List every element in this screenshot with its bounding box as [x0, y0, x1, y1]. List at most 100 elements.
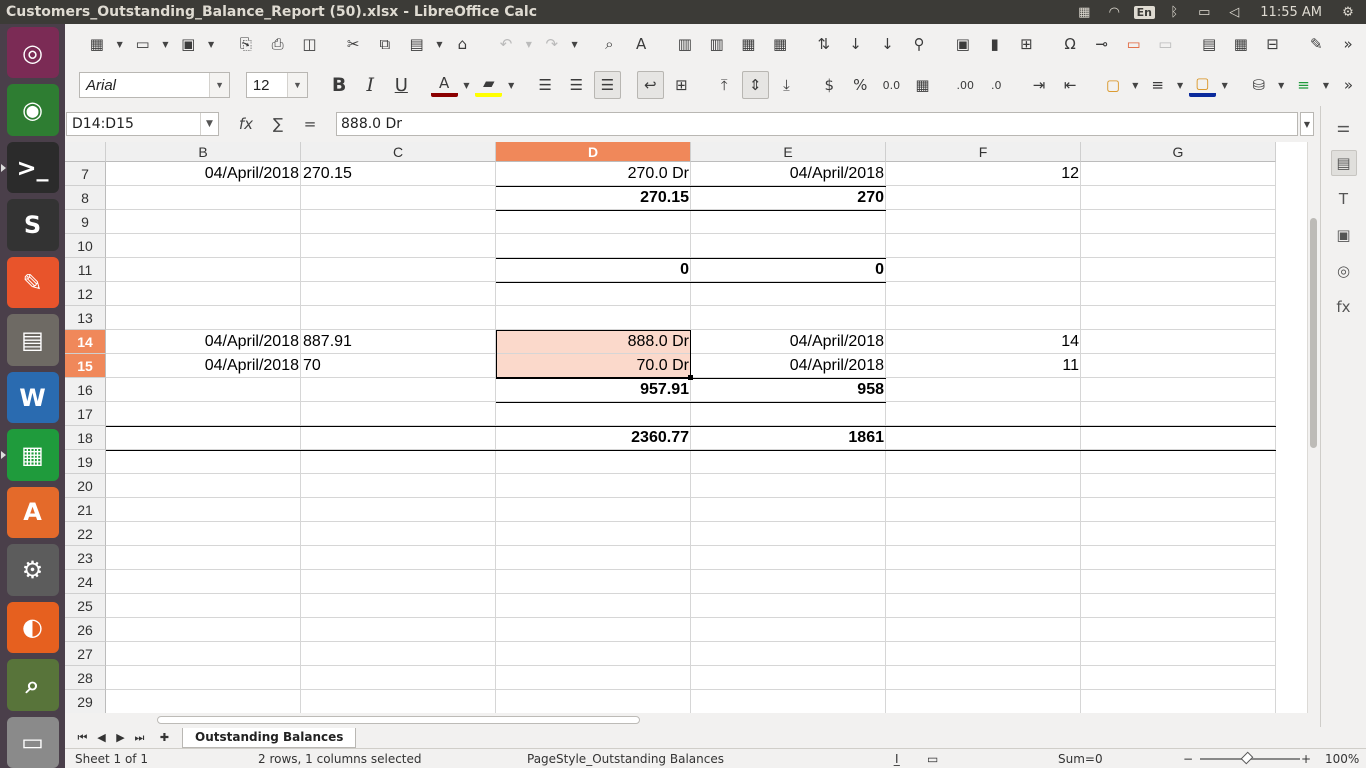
new-spreadsheet-icon[interactable]: ▦	[83, 30, 111, 58]
cell-g29[interactable]	[1081, 690, 1276, 713]
cell-c11[interactable]	[301, 258, 496, 282]
insert-mode-icon[interactable]: I̲	[895, 752, 899, 766]
cell-d14[interactable]: 888.0 Dr	[496, 330, 691, 354]
row-header[interactable]: 28	[65, 666, 106, 690]
vertical-scroll-thumb[interactable]	[1310, 218, 1317, 448]
cell-d9[interactable]	[496, 210, 691, 234]
cell-g23[interactable]	[1081, 546, 1276, 570]
cell-b25[interactable]	[106, 594, 301, 618]
row-header[interactable]: 10	[65, 234, 106, 258]
cell-f25[interactable]	[886, 594, 1081, 618]
cell-b13[interactable]	[106, 306, 301, 330]
decrease-indent-icon[interactable]: ⇤	[1057, 71, 1084, 99]
row-header[interactable]: 18	[65, 426, 106, 450]
zoom-out-icon[interactable]: −	[1183, 752, 1193, 766]
cell-g25[interactable]	[1081, 594, 1276, 618]
cell-g18[interactable]	[1081, 426, 1276, 450]
cell-b24[interactable]	[106, 570, 301, 594]
border-color-dropdown[interactable]: ▼	[1220, 71, 1230, 99]
cell-g9[interactable]	[1081, 210, 1276, 234]
row-header[interactable]: 21	[65, 498, 106, 522]
conditional-dropdown[interactable]: ▼	[1276, 71, 1286, 99]
border-style-dropdown[interactable]: ▼	[1175, 71, 1185, 99]
cell-d17[interactable]	[496, 402, 691, 426]
center-vertically-icon[interactable]: ⇕	[741, 71, 769, 99]
cell-b8[interactable]	[106, 186, 301, 210]
cell-d12[interactable]	[496, 282, 691, 306]
cell-g11[interactable]	[1081, 258, 1276, 282]
cell-d29[interactable]	[496, 690, 691, 713]
cell-e14[interactable]: 04/April/2018	[691, 330, 886, 354]
row-header[interactable]: 17	[65, 402, 106, 426]
cell-c9[interactable]	[301, 210, 496, 234]
number-format-icon[interactable]: 0.0	[878, 71, 905, 99]
cell-d8[interactable]: 270.15	[496, 186, 691, 210]
align-center-icon[interactable]: ☰	[563, 71, 590, 99]
wifi-icon[interactable]: ◠	[1104, 4, 1124, 20]
cell-d26[interactable]	[496, 618, 691, 642]
cell-e29[interactable]	[691, 690, 886, 713]
date-format-icon[interactable]: ▦	[909, 71, 936, 99]
zoom-in-icon[interactable]: +	[1301, 752, 1311, 766]
cell-f9[interactable]	[886, 210, 1081, 234]
cell-e19[interactable]	[691, 450, 886, 474]
row-header[interactable]: 7	[65, 162, 106, 186]
cell-c16[interactable]	[301, 378, 496, 402]
cell-b27[interactable]	[106, 642, 301, 666]
fill-handle[interactable]	[688, 375, 693, 380]
percent-icon[interactable]: %	[847, 71, 874, 99]
navigator-icon[interactable]: ◎	[1331, 258, 1357, 284]
row-header[interactable]: 11	[65, 258, 106, 282]
cell-d19[interactable]	[496, 450, 691, 474]
cell-f28[interactable]	[886, 666, 1081, 690]
settings-gear-icon[interactable]: ⚙	[1338, 4, 1358, 20]
cell-g21[interactable]	[1081, 498, 1276, 522]
cell-e12[interactable]	[691, 282, 886, 306]
paste-icon[interactable]: ▤	[403, 30, 431, 58]
row-header[interactable]: 26	[65, 618, 106, 642]
row-header[interactable]: 16	[65, 378, 106, 402]
cell-f24[interactable]	[886, 570, 1081, 594]
pen-tool-icon[interactable]: ✎	[6, 256, 59, 309]
cell-c7[interactable]: 270.15	[301, 162, 496, 186]
cell-c21[interactable]	[301, 498, 496, 522]
next-sheet-icon[interactable]: ▶	[111, 729, 130, 747]
sort-descending-icon[interactable]: ↓	[873, 30, 901, 58]
cell-e9[interactable]	[691, 210, 886, 234]
delete-decimal-icon[interactable]: .0	[983, 71, 1010, 99]
cell-e25[interactable]	[691, 594, 886, 618]
cell-g28[interactable]	[1081, 666, 1276, 690]
cell-b10[interactable]	[106, 234, 301, 258]
delete-row-icon[interactable]: ▦	[734, 30, 762, 58]
language-indicator[interactable]: En	[1133, 4, 1155, 20]
new-dropdown[interactable]: ▼	[115, 30, 125, 58]
cell-b9[interactable]	[106, 210, 301, 234]
cell-e15[interactable]: 04/April/2018	[691, 354, 886, 378]
cell-e20[interactable]	[691, 474, 886, 498]
chrome-icon[interactable]: ◉	[6, 84, 59, 136]
cell-b26[interactable]	[106, 618, 301, 642]
row-header[interactable]: 12	[65, 282, 106, 306]
calc-icon[interactable]: ▦	[0, 429, 59, 481]
sort-ascending-icon[interactable]: ↓	[842, 30, 870, 58]
cell-c18[interactable]	[301, 426, 496, 450]
cell-e26[interactable]	[691, 618, 886, 642]
cell-c20[interactable]	[301, 474, 496, 498]
sublime-text-icon[interactable]: S	[6, 199, 59, 251]
cell-e28[interactable]	[691, 666, 886, 690]
column-header-e[interactable]: E	[691, 142, 886, 162]
cell-f20[interactable]	[886, 474, 1081, 498]
cell-f29[interactable]	[886, 690, 1081, 713]
align-right-icon[interactable]: ☰	[593, 71, 622, 99]
sum-display[interactable]: Sum=0	[1058, 752, 1103, 766]
cell-d25[interactable]	[496, 594, 691, 618]
cell-e23[interactable]	[691, 546, 886, 570]
cell-f7[interactable]: 12	[886, 162, 1081, 186]
find-replace-icon[interactable]: ⌕	[595, 30, 623, 58]
background-color-dropdown[interactable]: ▼	[506, 71, 516, 99]
currency-icon[interactable]: $	[816, 71, 843, 99]
cell-f16[interactable]	[886, 378, 1081, 402]
cell-b12[interactable]	[106, 282, 301, 306]
cell-b15[interactable]: 04/April/2018	[106, 354, 301, 378]
sum-icon[interactable]: ∑	[265, 113, 291, 135]
